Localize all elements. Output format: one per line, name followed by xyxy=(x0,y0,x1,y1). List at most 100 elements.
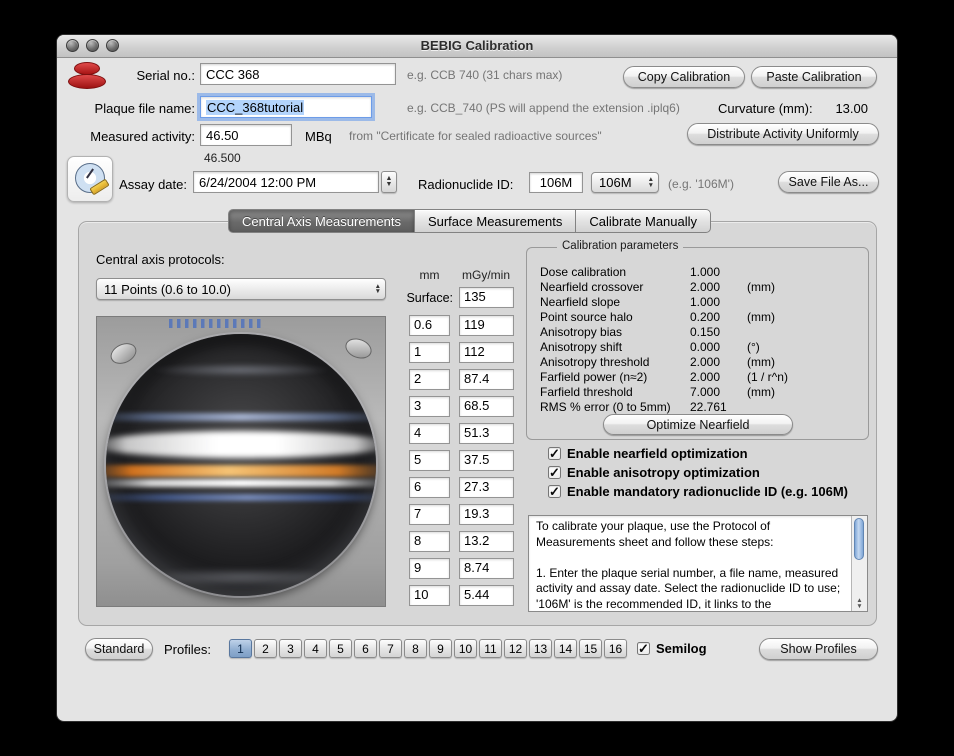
profile-button-14[interactable]: 14 xyxy=(554,639,577,658)
plaque-dome-image xyxy=(106,334,376,596)
profile-button-12[interactable]: 12 xyxy=(504,639,527,658)
depth-mm-field[interactable]: 10 xyxy=(409,585,450,606)
checkbox[interactable]: ✓ xyxy=(548,466,561,479)
depth-mm-field[interactable]: 7 xyxy=(409,504,450,525)
checkbox-label: Enable anisotropy optimization xyxy=(567,465,760,480)
dose-rate-field[interactable]: 19.3 xyxy=(459,504,514,525)
optimization-checkbox-row: ✓Enable mandatory radionuclide ID (e.g. … xyxy=(548,484,848,499)
assay-date-input[interactable]: 6/24/2004 12:00 PM xyxy=(193,171,379,193)
curvature-value: 13.00 xyxy=(835,101,868,116)
depth-mm-field[interactable]: 8 xyxy=(409,531,450,552)
file-name-input[interactable]: CCC_368tutorial xyxy=(200,96,372,118)
copy-calibration-button[interactable]: Copy Calibration xyxy=(623,66,745,88)
protocol-dropdown-value: 11 Points (0.6 to 10.0) xyxy=(104,282,231,297)
dose-rate-field[interactable]: 27.3 xyxy=(459,477,514,498)
protocol-dropdown[interactable]: 11 Points (0.6 to 10.0) ▲▼ xyxy=(96,278,386,300)
bebig-calibration-window: BEBIG Calibration Serial no.: CCC 368 e.… xyxy=(57,35,897,721)
assay-date-stepper[interactable]: ▲▼ xyxy=(381,171,397,193)
depth-mm-field[interactable]: 9 xyxy=(409,558,450,579)
parameter-list: Dose calibration1.000Nearfield crossover… xyxy=(540,264,860,414)
dose-rate-field[interactable]: 5.44 xyxy=(459,585,514,606)
tab-central-axis-measurements[interactable]: Central Axis Measurements xyxy=(228,209,415,233)
radionuclide-label: Radionuclide ID: xyxy=(418,177,513,192)
profile-button-6[interactable]: 6 xyxy=(354,639,377,658)
serial-hint: e.g. CCB 740 (31 chars max) xyxy=(407,68,562,82)
depth-mm-field[interactable]: 2 xyxy=(409,369,450,390)
ruler-ticks xyxy=(169,319,264,328)
titlebar[interactable]: BEBIG Calibration xyxy=(57,35,897,58)
column-header-mm: mm xyxy=(409,268,450,282)
profile-button-3[interactable]: 3 xyxy=(279,639,302,658)
window-title: BEBIG Calibration xyxy=(57,38,897,53)
depth-mm-field[interactable]: 0.6 xyxy=(409,315,450,336)
depth-mm-field[interactable]: 3 xyxy=(409,396,450,417)
dose-rate-field[interactable]: 119 xyxy=(459,315,514,336)
semilog-label: Semilog xyxy=(656,641,707,656)
show-profiles-button[interactable]: Show Profiles xyxy=(759,638,878,660)
column-header-dose: mGy/min xyxy=(451,268,521,282)
scrollbar[interactable]: ▲▼ xyxy=(851,516,867,611)
calibration-param-row: Farfield power (n≈2)2.000(1 / r^n) xyxy=(540,369,860,384)
serial-input[interactable]: CCC 368 xyxy=(200,63,396,85)
depth-mm-field[interactable]: 4 xyxy=(409,423,450,444)
instructions-box: To calibrate your plaque, use the Protoc… xyxy=(528,515,868,612)
radionuclide-dropdown[interactable]: 106M ▲▼ xyxy=(591,172,659,193)
protocols-label: Central axis protocols: xyxy=(96,252,225,267)
dose-rate-field[interactable]: 87.4 xyxy=(459,369,514,390)
profile-button-10[interactable]: 10 xyxy=(454,639,477,658)
calibration-param-row: Anisotropy bias0.150 xyxy=(540,324,860,339)
scrollbar-thumb[interactable] xyxy=(854,518,864,560)
file-name-hint: e.g. CCB_740 (PS will append the extensi… xyxy=(407,101,680,115)
dropdown-arrows-icon: ▲▼ xyxy=(646,177,656,188)
profile-button-4[interactable]: 4 xyxy=(304,639,327,658)
tab-calibrate-manually[interactable]: Calibrate Manually xyxy=(575,209,711,233)
profile-button-7[interactable]: 7 xyxy=(379,639,402,658)
standard-button[interactable]: Standard xyxy=(85,638,153,660)
dose-rate-field[interactable]: 68.5 xyxy=(459,396,514,417)
profile-button-11[interactable]: 11 xyxy=(479,639,502,658)
paste-calibration-button[interactable]: Paste Calibration xyxy=(751,66,877,88)
dose-rate-field[interactable]: 51.3 xyxy=(459,423,514,444)
surface-label: Surface: xyxy=(373,291,453,305)
optimization-checkbox-row: ✓ Enable nearfield optimization xyxy=(548,446,848,461)
file-name-label: Plaque file name: xyxy=(57,101,195,116)
profile-button-1[interactable]: 1 xyxy=(229,639,252,658)
calibration-param-row: Anisotropy threshold2.000(mm) xyxy=(540,354,860,369)
surface-dose-field[interactable]: 135 xyxy=(459,287,514,308)
dose-rate-field[interactable]: 8.74 xyxy=(459,558,514,579)
depth-mm-field[interactable]: 1 xyxy=(409,342,450,363)
profile-button-15[interactable]: 15 xyxy=(579,639,602,658)
depth-mm-field[interactable]: 6 xyxy=(409,477,450,498)
optimization-checkboxes: ✓ Enable nearfield optimization ✓ Enable an… xyxy=(548,446,848,503)
serial-label: Serial no.: xyxy=(57,68,195,83)
plaque-photo xyxy=(96,316,386,607)
measurement-rows: 0.6 119 1 112 2 87.4 3 68.5 4 51.3 5 37.5 6 27.3 7 19.3… xyxy=(409,315,514,612)
profile-button-5[interactable]: 5 xyxy=(329,639,352,658)
tab-surface-measurements[interactable]: Surface Measurements xyxy=(414,209,576,233)
profile-button-2[interactable]: 2 xyxy=(254,639,277,658)
suture-lug-right xyxy=(343,335,375,362)
calibration-param-row: Dose calibration1.000 xyxy=(540,264,860,279)
depth-mm-field[interactable]: 5 xyxy=(409,450,450,471)
semilog-checkbox[interactable]: ✓ xyxy=(637,642,650,655)
checkbox[interactable]: ✓ xyxy=(548,485,561,498)
activity-input[interactable]: 46.50 xyxy=(200,124,292,146)
activity-label: Measured activity: xyxy=(57,129,195,144)
profile-button-16[interactable]: 16 xyxy=(604,639,627,658)
calibration-param-row: RMS % error (0 to 5mm)22.761 xyxy=(540,399,860,414)
profile-button-13[interactable]: 13 xyxy=(529,639,552,658)
calibration-param-row: Anisotropy shift0.000(°) xyxy=(540,339,860,354)
checkbox[interactable]: ✓ xyxy=(548,447,561,460)
dose-rate-field[interactable]: 13.2 xyxy=(459,531,514,552)
save-file-as-button[interactable]: Save File As... xyxy=(778,171,879,193)
distribute-activity-button[interactable]: Distribute Activity Uniformly xyxy=(687,123,879,145)
dose-rate-field[interactable]: 37.5 xyxy=(459,450,514,471)
radionuclide-input[interactable]: 106M xyxy=(529,172,583,193)
profile-button-8[interactable]: 8 xyxy=(404,639,427,658)
checkbox-label: Enable nearfield optimization xyxy=(567,446,748,461)
optimize-nearfield-button[interactable]: Optimize Nearfield xyxy=(603,414,793,435)
dose-rate-field[interactable]: 112 xyxy=(459,342,514,363)
profile-button-9[interactable]: 9 xyxy=(429,639,452,658)
scrollbar-arrows-icon[interactable]: ▲▼ xyxy=(852,598,867,610)
selected-text: CCC_368tutorial xyxy=(206,100,304,115)
